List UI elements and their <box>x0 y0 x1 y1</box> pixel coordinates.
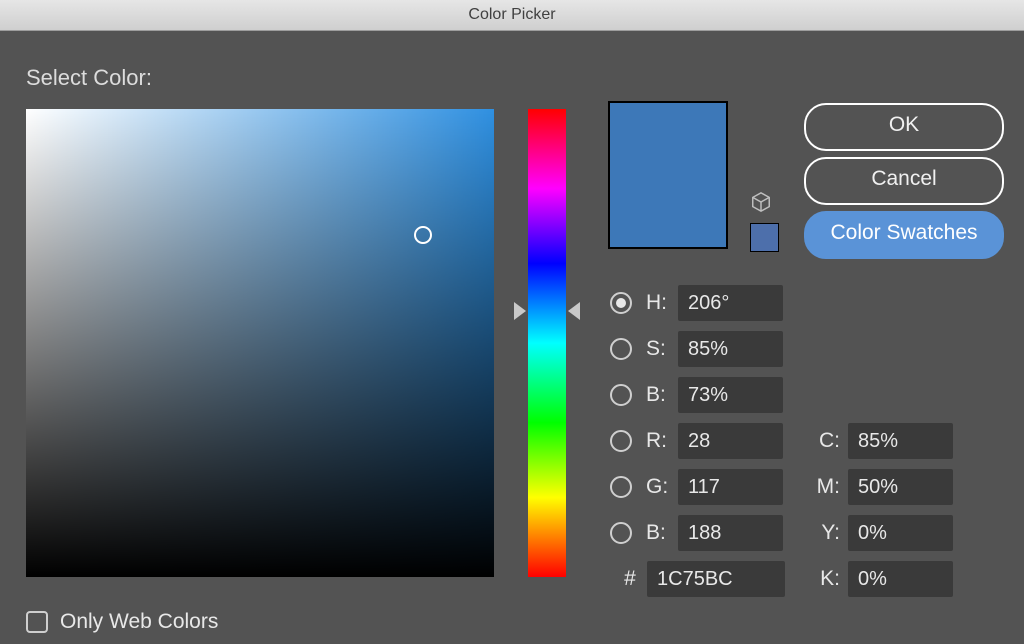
brightness-label: B: <box>646 383 678 407</box>
hue-row: H: <box>610 285 783 321</box>
saturation-input[interactable] <box>678 331 783 367</box>
cube-icon[interactable] <box>750 191 772 213</box>
hue-slider-arrow-right-icon[interactable] <box>568 302 580 320</box>
blue-label: B: <box>646 521 678 545</box>
color-picker-dialog: Select Color: OK Cancel Color Swatches H… <box>0 31 1024 644</box>
brightness-radio[interactable] <box>610 384 632 406</box>
cancel-button[interactable]: Cancel <box>804 157 1004 205</box>
saturation-row: S: <box>610 331 783 367</box>
yellow-input[interactable] <box>848 515 953 551</box>
cyan-input[interactable] <box>848 423 953 459</box>
cyan-row: C: <box>808 423 953 459</box>
magenta-label: M: <box>808 475 840 499</box>
cyan-label: C: <box>808 429 840 453</box>
saturation-brightness-field[interactable] <box>26 109 494 577</box>
sb-cursor[interactable] <box>414 226 432 244</box>
hex-row: # <box>610 561 785 597</box>
red-row: R: <box>610 423 783 459</box>
hue-slider[interactable] <box>528 109 566 577</box>
window-title: Color Picker <box>468 6 555 23</box>
ok-button[interactable]: OK <box>804 103 1004 151</box>
red-input[interactable] <box>678 423 783 459</box>
blue-radio[interactable] <box>610 522 632 544</box>
green-input[interactable] <box>678 469 783 505</box>
only-web-colors-label: Only Web Colors <box>60 610 218 634</box>
select-color-heading: Select Color: <box>26 65 152 91</box>
saturation-radio[interactable] <box>610 338 632 360</box>
hue-label: H: <box>646 291 678 315</box>
magenta-row: M: <box>808 469 953 505</box>
brightness-row: B: <box>610 377 783 413</box>
sb-black-gradient <box>26 109 494 577</box>
hex-hash-label: # <box>613 567 647 591</box>
yellow-label: Y: <box>808 521 840 545</box>
only-web-colors-row: Only Web Colors <box>26 610 218 634</box>
red-label: R: <box>646 429 678 453</box>
hue-slider-arrow-left-icon[interactable] <box>514 302 526 320</box>
only-web-colors-checkbox[interactable] <box>26 611 48 633</box>
green-radio[interactable] <box>610 476 632 498</box>
color-swatches-button[interactable]: Color Swatches <box>804 211 1004 259</box>
green-label: G: <box>646 475 678 499</box>
hex-input[interactable] <box>647 561 785 597</box>
color-preview-new[interactable] <box>608 101 728 249</box>
brightness-input[interactable] <box>678 377 783 413</box>
blue-row: B: <box>610 515 783 551</box>
hue-radio[interactable] <box>610 292 632 314</box>
saturation-label: S: <box>646 337 678 361</box>
blue-input[interactable] <box>678 515 783 551</box>
yellow-row: Y: <box>808 515 953 551</box>
red-radio[interactable] <box>610 430 632 452</box>
black-input[interactable] <box>848 561 953 597</box>
green-row: G: <box>610 469 783 505</box>
hue-input[interactable] <box>678 285 783 321</box>
black-label: K: <box>808 567 840 591</box>
window-titlebar: Color Picker <box>0 0 1024 31</box>
magenta-input[interactable] <box>848 469 953 505</box>
color-preview-websafe[interactable] <box>750 223 779 252</box>
black-row: K: <box>808 561 953 597</box>
